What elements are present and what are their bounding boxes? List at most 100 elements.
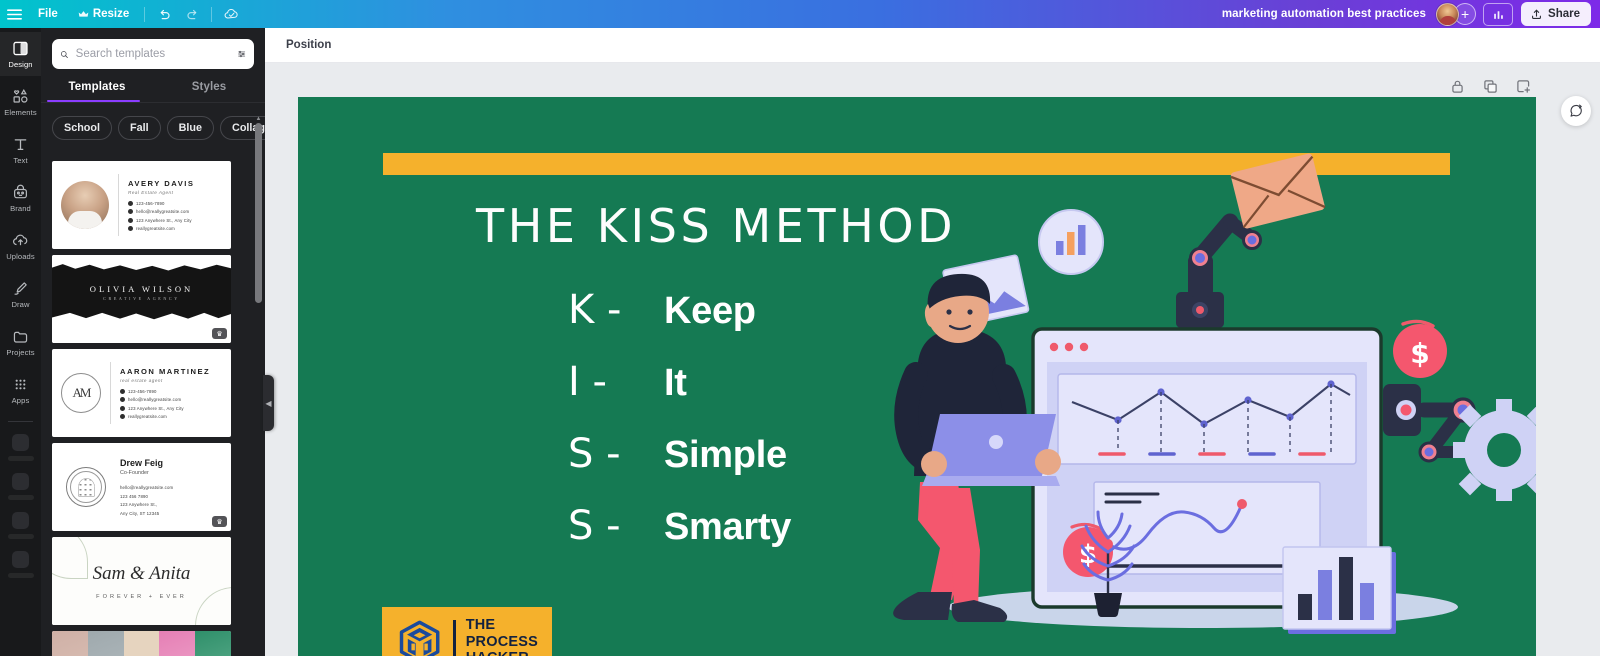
lock-icon[interactable] bbox=[1449, 78, 1466, 95]
template-card[interactable]: Sam & Anita FOREVER + EVER bbox=[52, 537, 231, 625]
position-button[interactable]: Position bbox=[279, 35, 338, 55]
template-card[interactable]: AVERY DAVIS Real Estate Agent 123-456-78… bbox=[52, 161, 231, 249]
sidebar-item-projects[interactable]: Projects bbox=[0, 320, 41, 364]
sidebar-item-apps[interactable]: Apps bbox=[0, 368, 41, 412]
card-role: FOREVER + EVER bbox=[96, 594, 187, 600]
card-name: AARON MARTINEZ bbox=[120, 367, 211, 377]
panel-collapse-handle[interactable]: ◀ bbox=[263, 375, 274, 431]
resize-button[interactable]: Resize bbox=[70, 4, 137, 24]
card-contact: hello@reallygreatsite.com bbox=[136, 209, 190, 215]
acronym-row[interactable]: S - Simple bbox=[568, 431, 787, 477]
template-card[interactable]: OLIVIA WILSON CREATIVE AGENCY ♛ bbox=[52, 255, 231, 343]
acronym-row[interactable]: K - Keep bbox=[568, 287, 756, 333]
top-bar: File Resize marketing automation best pr… bbox=[0, 0, 1600, 28]
acronym-letter: S - bbox=[568, 431, 621, 477]
bar-chart-badge bbox=[1038, 209, 1104, 275]
sidebar-item-label: Uploads bbox=[6, 252, 35, 261]
template-card[interactable]: Drew Feig Co-Founder hello@reallygreatsi… bbox=[52, 443, 231, 531]
sidebar-item-draw[interactable]: Draw bbox=[0, 272, 41, 316]
resize-label: Resize bbox=[92, 8, 130, 20]
brand-logo[interactable]: THE PROCESS HACKER bbox=[382, 607, 552, 656]
dollar-coin: $ bbox=[1393, 319, 1447, 378]
editor-workspace[interactable]: THE KISS METHOD K - Keep I - It S - Simp… bbox=[265, 63, 1600, 656]
botanical-graphic: Sam & Anita FOREVER + EVER bbox=[52, 537, 231, 625]
seal-logo bbox=[66, 467, 106, 507]
card-contact: 123 Anywhere St., bbox=[120, 502, 158, 508]
hamburger-menu-button[interactable] bbox=[1, 3, 27, 25]
sidebar-item-text[interactable]: Text bbox=[0, 128, 41, 172]
cloud-saved-button[interactable] bbox=[218, 3, 244, 25]
tab-label: Templates bbox=[68, 81, 126, 93]
torn-paper-graphic: OLIVIA WILSON CREATIVE AGENCY bbox=[52, 255, 231, 343]
redo-button[interactable] bbox=[179, 3, 205, 25]
tab-label: Styles bbox=[191, 81, 227, 93]
scrollbar-thumb[interactable] bbox=[255, 123, 262, 303]
scroll-up-arrow-icon[interactable]: ▲ bbox=[254, 114, 263, 123]
file-menu-button[interactable]: File bbox=[30, 4, 66, 24]
undo-button[interactable] bbox=[151, 3, 177, 25]
tab-styles[interactable]: Styles bbox=[153, 81, 265, 102]
search-input[interactable] bbox=[75, 48, 230, 60]
sidebar-item-label: Brand bbox=[10, 204, 31, 213]
chevron-left-icon: ◀ bbox=[265, 398, 272, 408]
divider bbox=[118, 174, 119, 236]
bar-chart-card bbox=[1282, 546, 1396, 634]
card-contact: Any City, ST 12345 bbox=[120, 510, 160, 516]
sidebar-item-uploads[interactable]: Uploads bbox=[0, 224, 41, 268]
chip-blue[interactable]: Blue bbox=[166, 116, 215, 140]
pro-crown-icon: ♛ bbox=[212, 516, 227, 527]
acronym-letter: S - bbox=[568, 503, 621, 549]
card-contact: 123 Anywhere St., Any City bbox=[128, 405, 184, 411]
filter-sliders-icon[interactable] bbox=[237, 47, 246, 61]
design-icon bbox=[13, 41, 28, 56]
search-icon bbox=[60, 50, 68, 58]
panel-scrollbar[interactable]: ▲ bbox=[254, 114, 263, 656]
sidebar-item-label: Text bbox=[13, 156, 28, 165]
acronym-word: Simple bbox=[664, 434, 787, 476]
insights-button[interactable] bbox=[1483, 2, 1514, 26]
card-role: CREATIVE AGENCY bbox=[103, 296, 180, 301]
acronym-row[interactable]: S - Smarty bbox=[568, 503, 791, 549]
sidebar-item-elements[interactable]: Elements bbox=[0, 80, 41, 124]
card-role: Co-Founder bbox=[120, 470, 149, 477]
location-icon bbox=[120, 405, 125, 411]
card-contact: 123 Anywhere St., Any City bbox=[136, 217, 192, 223]
search-box[interactable] bbox=[52, 39, 254, 69]
sidebar-item-brand[interactable]: Brand bbox=[0, 176, 41, 220]
tab-templates[interactable]: Templates bbox=[41, 81, 153, 102]
projects-icon bbox=[13, 331, 28, 343]
share-label: Share bbox=[1548, 8, 1580, 20]
avatar[interactable] bbox=[1436, 2, 1460, 26]
text-icon bbox=[14, 139, 27, 150]
monogram-logo: AM bbox=[61, 373, 101, 413]
design-canvas[interactable]: THE KISS METHOD K - Keep I - It S - Simp… bbox=[298, 97, 1536, 656]
crown-icon bbox=[78, 10, 89, 17]
portrait-photo bbox=[61, 181, 109, 229]
document-title[interactable]: marketing automation best practices bbox=[1222, 8, 1426, 20]
marketing-automation-illustration[interactable]: $ $ bbox=[858, 152, 1536, 656]
card-contact: reallygreatsite.com bbox=[136, 225, 175, 231]
filter-chips: School Fall Blue Collage › bbox=[41, 103, 265, 140]
template-card[interactable]: AM AARON MARTINEZ real estate agent 123-… bbox=[52, 349, 231, 437]
template-card[interactable]: HELLO SUMMER bbox=[52, 631, 231, 656]
sidebar-item-label: Design bbox=[8, 60, 33, 69]
brand-line-2: PROCESS bbox=[465, 633, 538, 650]
card-role: real estate agent bbox=[120, 378, 163, 384]
add-page-icon[interactable] bbox=[1515, 78, 1532, 95]
card-contact: 123 456 7890 bbox=[120, 493, 149, 499]
chip-school[interactable]: School bbox=[52, 116, 112, 140]
card-name: AVERY DAVIS bbox=[128, 179, 195, 189]
card-contact: 123-456-7890 bbox=[136, 201, 165, 207]
phone-icon bbox=[128, 201, 133, 207]
acronym-row[interactable]: I - It bbox=[568, 359, 687, 405]
card-name: Sam & Anita bbox=[92, 563, 191, 584]
chip-fall[interactable]: Fall bbox=[118, 116, 161, 140]
sidebar-item-label: Elements bbox=[4, 108, 37, 117]
sidebar-item-design[interactable]: Design bbox=[0, 32, 41, 76]
collaborators: + bbox=[1436, 2, 1477, 26]
duplicate-icon[interactable] bbox=[1482, 78, 1499, 95]
mail-icon bbox=[120, 397, 125, 403]
comment-button[interactable] bbox=[1561, 96, 1591, 126]
card-contact: hello@reallygreatsite.com bbox=[120, 485, 174, 491]
share-button[interactable]: Share bbox=[1521, 2, 1591, 26]
